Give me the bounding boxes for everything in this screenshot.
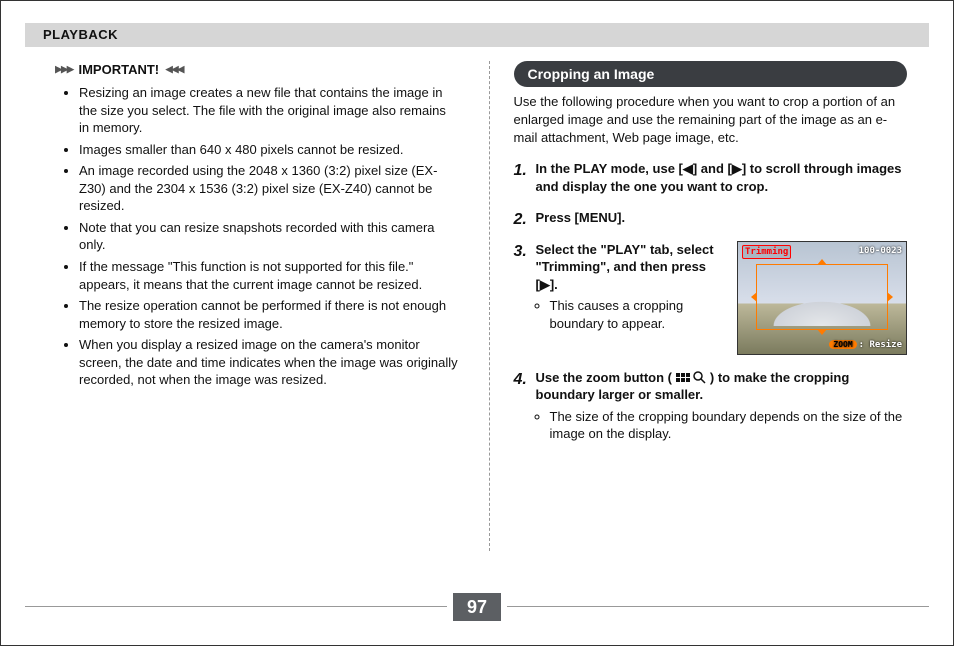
crop-arrow-left-icon bbox=[751, 292, 757, 302]
important-marker-right-icon: ◀◀◀ bbox=[165, 61, 182, 79]
step-2-text: Press [MENU]. bbox=[536, 210, 626, 225]
footer-rule-right bbox=[507, 606, 929, 607]
important-item: Note that you can resize snapshots recor… bbox=[79, 219, 459, 254]
page-footer: 97 bbox=[25, 593, 929, 621]
zoom-tag: ZOOM bbox=[829, 340, 856, 349]
crop-arrow-down-icon bbox=[817, 329, 827, 335]
section-header: PLAYBACK bbox=[25, 23, 929, 47]
important-marker-left-icon: ▶▶▶ bbox=[55, 61, 72, 79]
important-item: If the message "This function is not sup… bbox=[79, 258, 459, 293]
step-4: Use the zoom button ( ) to make th bbox=[536, 369, 908, 443]
important-item: Resizing an image creates a new file tha… bbox=[79, 84, 459, 137]
crop-arrow-right-icon bbox=[887, 292, 893, 302]
step-1-text: In the PLAY mode, use [◀] and [▶] to scr… bbox=[536, 161, 902, 194]
crop-boundary bbox=[756, 264, 888, 330]
zoom-out-grid-icon bbox=[676, 370, 694, 385]
crop-arrow-up-icon bbox=[817, 259, 827, 265]
left-column: ▶▶▶ IMPORTANT! ◀◀◀ Resizing an image cre… bbox=[65, 61, 459, 551]
file-number-label: 100-0023 bbox=[859, 245, 902, 257]
zoom-action: : Resize bbox=[859, 340, 902, 350]
step-1: In the PLAY mode, use [◀] and [▶] to scr… bbox=[536, 160, 908, 195]
footer-rule-left bbox=[25, 606, 447, 607]
trimming-label: Trimming bbox=[742, 245, 791, 259]
manual-page: PLAYBACK ▶▶▶ IMPORTANT! ◀◀◀ Resizing an … bbox=[0, 0, 954, 646]
step-2: Press [MENU]. bbox=[536, 209, 908, 227]
important-item: When you display a resized image on the … bbox=[79, 336, 459, 389]
topic-heading: Cropping an Image bbox=[514, 61, 908, 88]
step-4-pre: Use the zoom button ( bbox=[536, 370, 673, 385]
procedure-steps: In the PLAY mode, use [◀] and [▶] to scr… bbox=[514, 160, 908, 443]
topic-lead: Use the following procedure when you wan… bbox=[514, 93, 908, 146]
step-3-text: Select the "PLAY" tab, select "Trimming"… bbox=[536, 242, 714, 292]
step-4-sub: The size of the cropping boundary depend… bbox=[550, 408, 908, 443]
important-label: IMPORTANT! bbox=[78, 61, 159, 79]
right-column: Cropping an Image Use the following proc… bbox=[489, 61, 908, 551]
step-3: Select the "PLAY" tab, select "Trimming"… bbox=[536, 241, 908, 355]
important-item: Images smaller than 640 x 480 pixels can… bbox=[79, 141, 459, 159]
two-column-layout: ▶▶▶ IMPORTANT! ◀◀◀ Resizing an image cre… bbox=[1, 61, 953, 551]
important-list: Resizing an image creates a new file tha… bbox=[65, 84, 459, 389]
important-item: An image recorded using the 2048 x 1360 … bbox=[79, 162, 459, 215]
camera-trimming-screenshot: Trimming 100-0023 ZOOM: Resize bbox=[737, 241, 907, 355]
page-number: 97 bbox=[453, 593, 501, 621]
important-heading: ▶▶▶ IMPORTANT! ◀◀◀ bbox=[55, 61, 459, 79]
important-item: The resize operation cannot be performed… bbox=[79, 297, 459, 332]
step-3-sub: This causes a cropping boundary to appea… bbox=[550, 297, 728, 332]
zoom-resize-label: ZOOM: Resize bbox=[829, 339, 902, 351]
zoom-in-magnifier-icon bbox=[693, 370, 710, 385]
